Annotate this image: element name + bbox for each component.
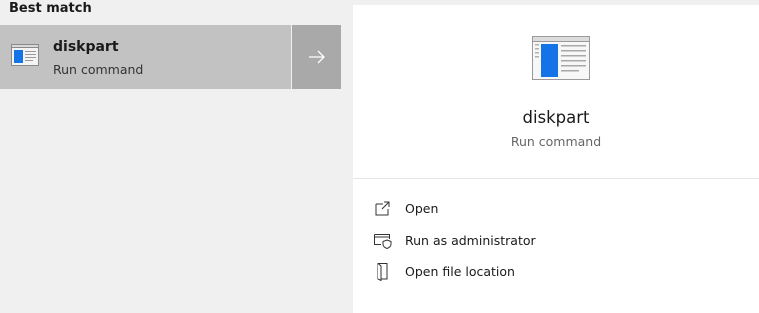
preview-title: diskpart: [522, 108, 590, 127]
result-title: diskpart: [53, 39, 119, 55]
result-subtitle: Run command: [53, 62, 144, 77]
best-match-item[interactable]: diskpart Run command: [0, 25, 292, 89]
shield-window-icon: [373, 230, 393, 250]
action-run-as-admin[interactable]: Run as administrator: [373, 228, 743, 252]
action-open-file-location[interactable]: Open file location: [373, 259, 743, 283]
results-pane: Best match diskpart Run command: [0, 0, 341, 313]
expand-preview-button[interactable]: [292, 25, 341, 89]
divider: [353, 178, 759, 179]
app-window-icon: [11, 44, 39, 66]
arrow-right-icon: [308, 50, 325, 64]
best-match-result: diskpart Run command: [0, 25, 341, 89]
app-window-icon: [532, 36, 590, 80]
action-open[interactable]: Open: [373, 196, 743, 220]
open-external-icon: [373, 198, 393, 218]
action-open-label: Open: [405, 200, 439, 216]
section-header-best-match: Best match: [9, 1, 92, 16]
file-location-icon: [373, 261, 393, 281]
action-run-as-admin-label: Run as administrator: [405, 232, 536, 248]
preview-pane: diskpart Run command Open Run as adminis…: [353, 5, 759, 313]
preview-subtitle: Run command: [510, 134, 602, 149]
start-search-results: Best match diskpart Run command diskpart…: [0, 0, 759, 313]
action-open-file-location-label: Open file location: [405, 263, 515, 279]
